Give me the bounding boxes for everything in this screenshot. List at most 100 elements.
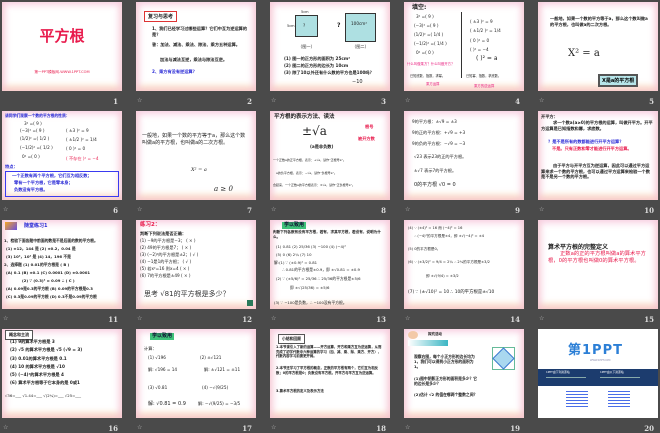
star-icon[interactable]: ☆: [405, 206, 410, 213]
text-line: 3.算术平方根的定义及表示方法: [276, 389, 324, 393]
text-line: 加法与减法互逆，乘法与除法互逆。: [160, 57, 228, 62]
text-line: 0的平方根 √0 = 0: [414, 182, 456, 188]
slide-thumbnail-5[interactable]: 一般地，如果一个数的平方等于a，那么这个数叫做a的平方根，也叫做a的二次方根。 …: [538, 2, 658, 106]
text-line: (5) (−4)²的算术平方根是 4: [10, 372, 64, 377]
slide-2[interactable]: 复习与思考 1、我们已经学习过哪些运算？它们中互为逆运算的是？ 答：加法、减法、…: [136, 2, 256, 91]
info-band: 1PPT由下列资源站 1PPT由以下资源站: [538, 369, 658, 386]
star-icon[interactable]: ☆: [539, 206, 544, 213]
note-text: 由于平方与开平方互为逆运算，因此可以通过平方运算来求一个数的平方根，也可以通过平…: [541, 163, 650, 180]
slide-11[interactable]: 随堂练习1 1、检验下面各题中前面的数是不是后面的数的平方根。 (1) ±12，…: [2, 220, 122, 309]
slide-thumbnail-10[interactable]: 开平方： 求一个数a(a≥0)的平方根的运算，叫做开平方。开平方运算是已知指数和…: [538, 111, 658, 215]
slide-thumbnail-1[interactable]: 平方根 第一PPT模板网-WWW.1PPT.COM 1: [2, 2, 122, 106]
slide-14[interactable]: (4) ∵ (±4)² = 16 而 (−4)² = 16 ∴ (−4)²的平方…: [404, 220, 524, 309]
star-icon[interactable]: ☆: [539, 97, 544, 104]
slide-18[interactable]: 小结和回顾 1.本节课引入了新的运算——开方运算，开方和乘方互为逆运算，从而完成…: [270, 329, 390, 418]
text-line: (5) 0的平方根是0。: [408, 247, 441, 251]
slide-5[interactable]: 一般地，如果一个数的平方等于a，那么这个数叫做a的平方根，也叫做a的二次方根。 …: [538, 2, 658, 91]
nav-button[interactable]: [247, 300, 253, 306]
star-icon[interactable]: ☆: [539, 315, 544, 322]
star-icon[interactable]: ☆: [271, 206, 276, 213]
label: 乘方的逆运算: [474, 84, 495, 88]
slide-header: 填空:: [412, 4, 427, 11]
text-line: (3) ∵ −100是负数，∴ −100没有平方根。: [274, 300, 347, 305]
slide-sorter: 平方根 第一PPT模板网-WWW.1PPT.COM 1 复习与思考 1、我们已经…: [2, 2, 658, 433]
slide-10[interactable]: 开平方： 求一个数a(a≥0)的平方根的运算，叫做开平方。开平方运算是已知指数和…: [538, 111, 658, 200]
slide-thumbnail-15[interactable]: 算术平方根的完整定义 正数a的正的平方根叫做a的算术平方根，0的平方根也叫做0的…: [538, 220, 658, 324]
radical-symbol: ±√a: [302, 124, 327, 138]
slide-thumbnail-19[interactable]: 探究活动 观察右图，每个小正方形的边长均为1，我们可以得到小正方形的面积为1。 …: [404, 329, 524, 433]
slide-thumbnail-16[interactable]: 概念和主流 (1) 9的算术平方根是 3 (2) √5 的算术平方根是 √5 (…: [2, 329, 122, 433]
link-list[interactable]: [608, 391, 630, 407]
question: 什么叫做乘方？什么叫做开方？: [407, 62, 455, 66]
slide-20[interactable]: 第1PPT WWW.1PPT.COM 1PPT由下列资源站 1PPT由以下资源站: [538, 329, 658, 418]
slide-number: 12: [242, 315, 252, 324]
star-icon[interactable]: ☆: [137, 206, 142, 213]
slide-8[interactable]: 平方根的表示方法、读法 ±√a 根号 被开方数 (a是非负数) 一个正数a的正平…: [270, 111, 390, 200]
slide-header: 平方根的表示方法、读法: [274, 114, 335, 120]
text-line: (3) (−2)²的平方根是±2；( √ ): [140, 252, 199, 257]
slide-12[interactable]: 练习2： 判断下列说法是否正确： (1) −9的平方根是−3； ( × ) (2…: [136, 220, 256, 309]
slide-thumbnail-9[interactable]: 9的平方根：±√9 = ±3 9的正的平方根：+√9 = +3 9的负的平方根：…: [404, 111, 524, 215]
slide-thumbnail-14[interactable]: (4) ∵ (±4)² = 16 而 (−4)² = 16 ∴ (−4)²的平方…: [404, 220, 524, 324]
text-line: 解:(1) ∵ (±0.9)² = 0.81: [274, 260, 318, 265]
exercise: (2) ±√121: [200, 355, 222, 360]
slide-thumbnail-20[interactable]: 第1PPT WWW.1PPT.COM 1PPT由下列资源站 1PPT由以下资源站…: [538, 329, 658, 433]
slide-thumbnail-7[interactable]: 一般地，如果一个数的平方等于a，那么这个数叫做a的平方根，也叫做a的二次方根。 …: [136, 111, 256, 215]
slide-thumbnail-6[interactable]: 请同学们观察一个数的平方根的性质： 3² =( 9 ) (−3)² =( 9 )…: [2, 111, 122, 215]
star-icon[interactable]: ☆: [137, 315, 142, 322]
definition-text: 一般地，如果一个数的平方等于a，那么这个数叫做a的平方根，也叫做a的二次方根。: [550, 16, 648, 27]
character-icon: [408, 331, 418, 339]
slide-number: 9: [515, 206, 520, 215]
star-icon[interactable]: ☆: [405, 315, 410, 322]
slide-13[interactable]: 学以致用 判断下列各数有没有平方根，若有，求其平方根，若没有，说明为什么。 (1…: [270, 220, 390, 309]
slide-19[interactable]: 探究活动 观察右图，每个小正方形的边长均为1，我们可以得到小正方形的面积为1。 …: [404, 329, 524, 418]
slide-3[interactable]: ? 5cm 5cm 100cm² ? （图一） （图二） (1) 图一的正方形的…: [270, 2, 390, 91]
slide-1[interactable]: 平方根 第一PPT模板网-WWW.1PPT.COM: [2, 2, 122, 91]
solution: 解: √0.81 = 0.9: [148, 401, 186, 407]
text-line: (5) 若x²=16 则x=4 ( × ): [140, 266, 190, 271]
slide-thumbnail-8[interactable]: 平方根的表示方法、读法 ±√a 根号 被开方数 (a是非负数) 一个正数a的正平…: [270, 111, 390, 215]
slide-header: 学以致用: [282, 222, 307, 229]
star-icon[interactable]: ☆: [3, 315, 8, 322]
star-icon[interactable]: ☆: [271, 315, 276, 322]
slide-6[interactable]: 请同学们观察一个数的平方根的性质： 3² =( 9 ) (−3)² =( 9 )…: [2, 111, 122, 200]
star-icon[interactable]: ☆: [137, 424, 142, 431]
slide-thumbnail-12[interactable]: 练习2： 判断下列说法是否正确： (1) −9的平方根是−3； ( × ) (2…: [136, 220, 256, 324]
slide-number: 15: [644, 315, 654, 324]
star-icon[interactable]: ☆: [405, 97, 410, 104]
star-icon[interactable]: ☆: [137, 97, 142, 104]
slide-thumbnail-4[interactable]: 填空: 3² =( 9 ) (−3)² =( 9 ) (1/2)² =( 1/4…: [404, 2, 524, 106]
slide-9[interactable]: 9的平方根：±√9 = ±3 9的正的平方根：+√9 = +3 9的负的平方根：…: [404, 111, 524, 200]
link-list[interactable]: [566, 391, 588, 407]
slide-number: 2: [247, 97, 252, 106]
unknown-label: ?: [337, 22, 341, 29]
slide-thumbnail-2[interactable]: 复习与思考 1、我们已经学习过哪些运算？它们中互为逆运算的是？ 答：加法、减法、…: [136, 2, 256, 106]
formula: X² = a: [191, 167, 207, 173]
slide-7[interactable]: 一般地，如果一个数的平方等于a，那么这个数叫做a的平方根，也叫做a的二次方根。 …: [136, 111, 256, 200]
slide-16[interactable]: 概念和主流 (1) 9的算术平方根是 3 (2) √5 的算术平方根是 √5 (…: [2, 329, 122, 418]
slide-number: 11: [108, 315, 118, 324]
feature-label: 特点：: [5, 164, 18, 169]
text-line: 已知底数、指数，求幂。: [410, 74, 446, 78]
text-line: (3) 0.01的算术平方根是 0.1: [10, 356, 67, 361]
slide-thumbnail-13[interactable]: 学以致用 判断下列各数有没有平方根，若有，求其平方根，若没有，说明为什么。 (1…: [270, 220, 390, 324]
star-icon[interactable]: ☆: [3, 206, 8, 213]
star-icon[interactable]: ☆: [271, 424, 276, 431]
slide-thumbnail-3[interactable]: ? 5cm 5cm 100cm² ? （图一） （图二） (1) 图一的正方形的…: [270, 2, 390, 106]
side-label: 5cm: [301, 10, 309, 14]
slide-number: 14: [510, 315, 520, 324]
solution: 解: √196 = 14: [148, 367, 178, 372]
slide-header: 随堂练习1: [24, 223, 48, 229]
slide-thumbnail-17[interactable]: 学以致用 计算： (1) √196 解: √196 = 14 (2) ±√121…: [136, 329, 256, 433]
slide-17[interactable]: 学以致用 计算： (1) √196 解: √196 = 14 (2) ±√121…: [136, 329, 256, 418]
slide-4[interactable]: 填空: 3² =( 9 ) (−3)² =( 9 ) (1/2)² =( 1/4…: [404, 2, 524, 91]
star-icon[interactable]: ☆: [3, 424, 8, 431]
slide-thumbnail-18[interactable]: 小结和回顾 1.本节课引入了新的运算——开方运算，开方和乘方互为逆运算，从而完成…: [270, 329, 390, 433]
equation: ( 0 )² = 0: [470, 38, 490, 43]
slide-15[interactable]: 算术平方根的完整定义 正数a的正的平方根叫做a的算术平方根，0的平方根也叫做0的…: [538, 220, 658, 309]
text-line: (2) ∵ (±5/6)² = 25/36 ∴ 25/36的平方根是±5/6: [276, 276, 361, 281]
slide-thumbnail-11[interactable]: 随堂练习1 1、检验下面各题中前面的数是不是后面的数的平方根。 (1) ±12，…: [2, 220, 122, 324]
star-icon[interactable]: ☆: [271, 97, 276, 104]
equation: 0² =( 0 ): [416, 50, 434, 55]
star-icon[interactable]: ☆: [405, 424, 410, 431]
